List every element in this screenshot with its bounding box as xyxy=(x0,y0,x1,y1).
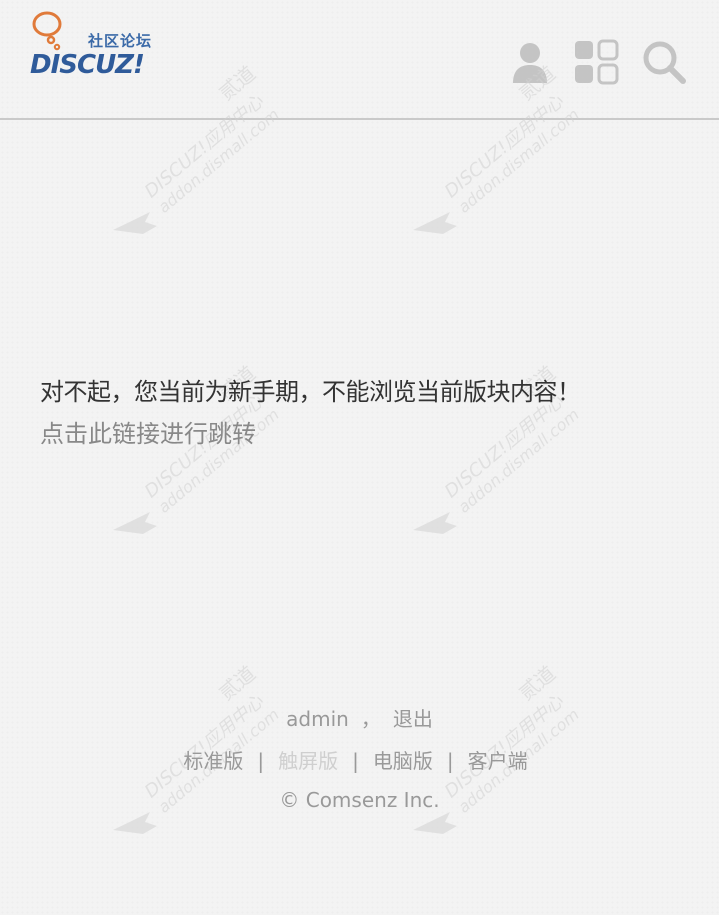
watermark-arrow-icon xyxy=(113,812,157,834)
speech-bubble-logo-icon xyxy=(32,11,62,51)
touch-version-link[interactable]: 触屏版 xyxy=(278,749,338,773)
header-bar: 社区论坛 DISCUZ! xyxy=(0,0,719,120)
footer-version-nav: 标准版 | 触屏版 | 电脑版 | 客户端 xyxy=(0,745,711,774)
apps-icon[interactable] xyxy=(572,38,620,86)
watermark-text: addon.dismall.com xyxy=(154,105,282,217)
discuz-logo[interactable]: 社区论坛 DISCUZ! xyxy=(28,10,168,80)
watermark-text: addon.dismall.com xyxy=(454,105,582,217)
error-message: 对不起，您当前为新手期，不能浏览当前版块内容！ xyxy=(40,378,581,406)
footer-comma: ， xyxy=(360,707,381,731)
watermark-text: addon.dismall.com xyxy=(454,405,582,517)
logo-english-text: DISCUZ! xyxy=(30,50,145,80)
watermark-arrow-icon xyxy=(413,812,457,834)
user-icon[interactable] xyxy=(506,38,554,86)
logout-link[interactable]: 退出 xyxy=(393,707,433,731)
watermark-arrow-icon xyxy=(113,212,157,234)
watermark-arrow-icon xyxy=(413,212,457,234)
client-app-link[interactable]: 客户端 xyxy=(468,749,528,773)
watermark-arrow-icon xyxy=(113,512,157,534)
watermark-text: 贰道 xyxy=(514,661,560,705)
username-link[interactable]: admin xyxy=(286,707,349,731)
watermark-text: DISCUZ!应用中心 xyxy=(441,390,569,502)
standard-version-link[interactable]: 标准版 xyxy=(183,749,243,773)
search-icon[interactable] xyxy=(640,38,688,86)
nav-separator: | xyxy=(446,749,454,773)
page: 社区论坛 DISCUZ! DISCUZ!应用中心 addon.dismall.c… xyxy=(0,0,719,915)
nav-separator: | xyxy=(257,749,265,773)
copyright-text: © Comsenz Inc. xyxy=(279,788,440,812)
desktop-version-link[interactable]: 电脑版 xyxy=(373,749,433,773)
redirect-link[interactable]: 点击此链接进行跳转 xyxy=(40,414,256,449)
logo-chinese-text: 社区论坛 xyxy=(88,32,153,50)
watermark-arrow-icon xyxy=(413,512,457,534)
watermark-text: 贰道 xyxy=(214,661,260,705)
footer-user-bar: admin ， 退出 xyxy=(0,703,719,732)
nav-separator: | xyxy=(352,749,359,773)
